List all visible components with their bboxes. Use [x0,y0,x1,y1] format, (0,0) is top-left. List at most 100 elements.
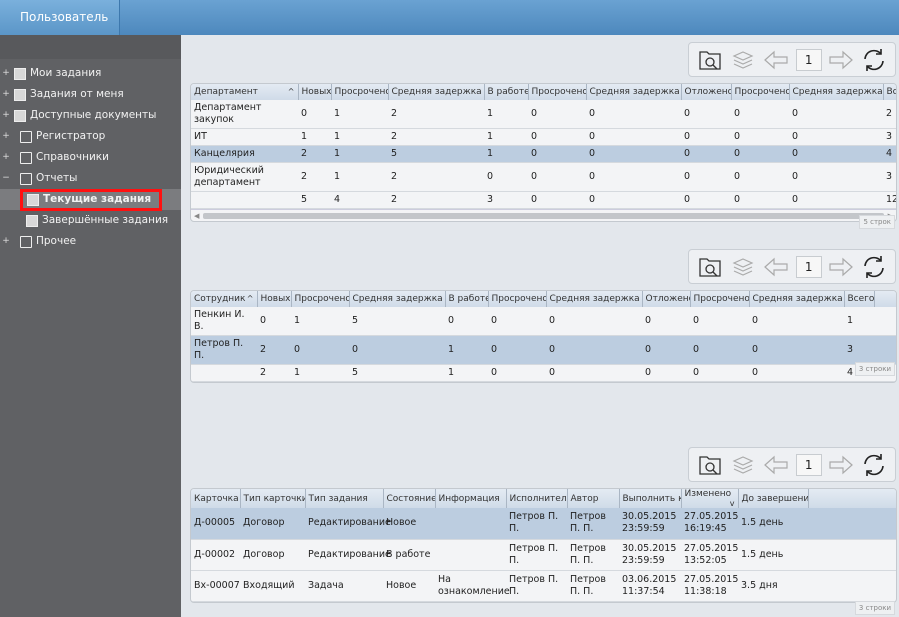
sidebar-item[interactable]: Завершённые задания [0,210,181,231]
column-header[interactable]: Средняя задержка (ч) [388,84,485,100]
table-cell: 0 [349,335,445,365]
table-cell: 4 [883,145,896,163]
column-header[interactable]: До завершения [738,489,809,508]
table-row[interactable]: Департамент закупок 0 1 2 1 0 0 0 0 0 2 [191,100,896,129]
sidebar-item[interactable]: + Задания от меня [0,84,181,105]
column-header[interactable]: Средняя задержка (ч) [749,291,845,307]
column-header[interactable]: Просрочено [488,291,547,307]
expander-icon[interactable]: + [0,63,12,84]
sidebar-item[interactable]: + Прочее [0,231,181,252]
arrow-left-icon[interactable] [762,46,790,74]
table-row[interactable]: Вх-00007 Входящий Задача Новое На ознакомлен… [191,570,896,602]
table-cell: 2 [388,191,484,209]
sort-icon[interactable]: ^ [247,294,254,303]
arrow-left-icon[interactable] [762,451,790,479]
column-header[interactable]: Всего [844,291,875,307]
column-header[interactable]: Средняя задержка (ч) [546,291,643,307]
table-row[interactable]: Петров П. П. 2 0 0 1 0 0 0 0 0 3 [191,335,896,365]
column-header[interactable]: В работе [484,84,529,100]
column-header[interactable]: Тип карточки [240,489,306,508]
column-header[interactable]: Отложено [681,84,732,100]
column-header[interactable]: Исполнитель [506,489,568,508]
layers-icon[interactable] [729,451,757,479]
table-row[interactable]: Д-00005 Договор Редактирование Новое Петров … [191,508,896,540]
column-header[interactable]: Тип задания [305,489,384,508]
sidebar-item[interactable]: + Доступные документы [0,105,181,126]
table-cell: 0 [681,128,731,146]
refresh-icon[interactable] [860,451,888,479]
scroll-thumb[interactable] [203,212,884,219]
table-cell: Петров П. П. [506,570,567,602]
sidebar-item[interactable]: + Мои задания [0,63,181,84]
document-icon [14,67,26,80]
sidebar-item[interactable]: Текущие задания [0,188,181,211]
column-header[interactable]: Всего [883,84,896,100]
column-header[interactable]: Просрочено [528,84,587,100]
column-header[interactable]: Средняя задержка (ч) [789,84,884,100]
column-header[interactable]: Просрочено [331,84,389,100]
table-row[interactable]: Юридический департамент 2 1 2 0 0 0 0 0 0 3 [191,162,896,192]
column-header[interactable]: Изменено v [681,489,739,508]
expander-icon[interactable]: + [0,105,12,126]
column-header[interactable]: Департамент ^ [191,84,299,100]
expander-icon[interactable]: + [0,231,12,252]
folder-search-icon[interactable] [696,253,724,281]
column-header[interactable]: Выполнить к [619,489,682,508]
sidebar-item[interactable]: − Отчеты [0,168,181,189]
table-row[interactable]: ИТ 1 1 2 1 0 0 0 0 0 3 [191,128,896,146]
table-cell: 0 [789,191,883,209]
table-row[interactable]: Канцелярия 2 1 5 1 0 0 0 0 0 4 [191,145,896,163]
scroll-left-icon[interactable]: ◀ [194,212,199,220]
table-cell: 03.06.2015 11:37:54 [619,570,681,602]
column-header[interactable]: Просрочено [690,291,750,307]
page-number[interactable]: 1 [795,255,822,278]
column-header[interactable]: Новых [257,291,292,307]
table-row[interactable]: 5 4 2 3 0 0 0 0 0 12 [191,191,896,209]
arrow-right-icon[interactable] [827,451,855,479]
table-row[interactable]: Д-00002 Договор Редактирование В работе Петр… [191,539,896,571]
arrow-left-icon[interactable] [762,253,790,281]
column-header[interactable]: Автор [567,489,620,508]
sidebar: + Мои задания + Задания от меня + Доступные д… [0,35,181,617]
sidebar-item[interactable]: + Регистратор [0,126,181,147]
folder-search-icon[interactable] [696,46,724,74]
column-header[interactable]: Просрочено [291,291,350,307]
folder-open-icon [20,172,32,185]
column-header[interactable]: Средняя задержка (ч) [349,291,446,307]
table-cell: 0 [586,162,681,192]
expander-icon[interactable]: + [0,126,12,147]
column-header[interactable]: Информация [435,489,507,508]
page-number[interactable]: 1 [795,48,822,71]
arrow-right-icon[interactable] [827,253,855,281]
layers-icon[interactable] [729,46,757,74]
folder-search-icon[interactable] [696,451,724,479]
column-header[interactable]: Карточка [191,489,241,508]
column-header[interactable]: Средняя задержка (ч) [586,84,682,100]
column-header[interactable]: Просрочено [731,84,790,100]
expander-icon[interactable]: + [0,147,12,168]
table-cell: 0 [789,162,883,192]
column-header[interactable]: Отложено [642,291,691,307]
refresh-icon[interactable] [860,46,888,74]
column-header[interactable]: Состояние [383,489,436,508]
sidebar-item[interactable]: + Справочники [0,147,181,168]
sort-icon[interactable]: ^ [288,87,295,96]
page-number[interactable]: 1 [795,453,822,476]
table-cell: 3 [484,191,528,209]
expander-icon[interactable]: − [0,168,12,189]
layers-icon[interactable] [729,253,757,281]
sidebar-item-label: Завершённые задания [42,214,169,226]
table-row[interactable]: 2151000004 [191,364,896,382]
table-cell: 0 [690,335,749,365]
table-row[interactable]: Пенкин И. В. 0 1 5 0 0 0 0 0 0 1 [191,307,896,336]
table-cell: 2 [257,335,291,365]
column-header[interactable]: Сотрудник ^ [191,291,258,307]
refresh-icon[interactable] [860,253,888,281]
column-header[interactable]: Новых [298,84,332,100]
arrow-right-icon[interactable] [827,46,855,74]
sort-icon[interactable]: v [730,499,735,508]
horizontal-scrollbar[interactable]: ◀▶ [191,209,896,221]
user-tab[interactable]: Пользователь [0,0,120,35]
column-header[interactable]: В работе [445,291,489,307]
expander-icon[interactable]: + [0,84,12,105]
